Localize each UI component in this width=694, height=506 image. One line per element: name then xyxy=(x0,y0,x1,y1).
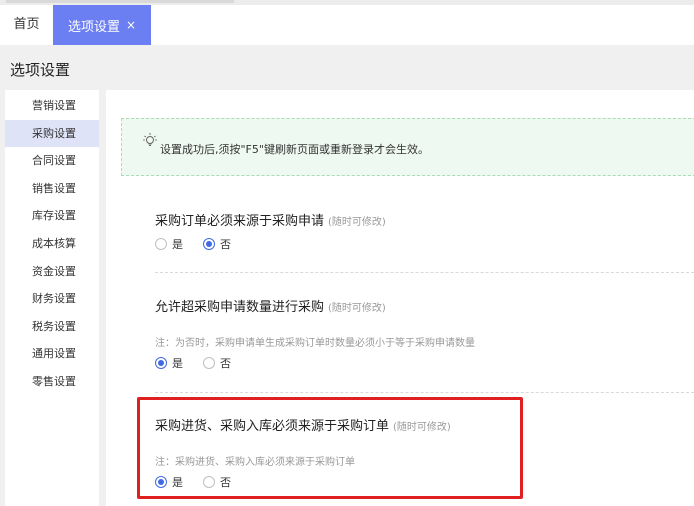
notice-text: 设置成功后,须按"F5"键刷新页面或重新登录才会生效。 xyxy=(160,143,429,156)
lightbulb-icon xyxy=(143,133,157,146)
radio-button-checked[interactable] xyxy=(155,357,167,369)
sidebar-item-cost-accounting[interactable]: 成本核算 xyxy=(5,230,99,258)
radio-option-yes[interactable]: 是 xyxy=(155,355,183,371)
content-gutter xyxy=(99,90,106,506)
option-title-text: 允许超采购申请数量进行采购 xyxy=(155,300,325,315)
option-note: 注：为否时，采购申请单生成采购订单时数量必须小于等于采购申请数量 xyxy=(155,338,475,349)
radio-button-checked[interactable] xyxy=(203,238,215,250)
radio-label: 否 xyxy=(220,238,231,251)
option-title: 采购订单必须来源于采购申请 (随时可修改) xyxy=(155,210,386,229)
sidebar-item-general[interactable]: 通用设置 xyxy=(5,340,99,368)
divider xyxy=(155,272,694,273)
page-title: 选项设置 xyxy=(10,61,71,79)
tab-home[interactable]: 首页 xyxy=(0,5,53,45)
page-header: 选项设置 xyxy=(0,45,694,90)
notice-banner: 设置成功后,须按"F5"键刷新页面或重新登录才会生效。 xyxy=(121,118,694,176)
sidebar-item-inventory[interactable]: 库存设置 xyxy=(5,202,99,230)
sidebar: 营销设置 采购设置 合同设置 销售设置 库存设置 成本核算 资金设置 财务设置 … xyxy=(5,90,99,506)
radio-group: 是 否 xyxy=(155,355,251,371)
radio-option-no[interactable]: 否 xyxy=(203,355,231,371)
top-strip-mark xyxy=(6,0,234,3)
divider xyxy=(155,392,694,393)
radio-group: 是 否 xyxy=(155,236,251,252)
tab-options-settings[interactable]: 选项设置 × xyxy=(53,5,151,45)
option-title-text: 采购订单必须来源于采购申请 xyxy=(155,214,325,229)
option-hint: (随时可修改) xyxy=(328,303,386,314)
sidebar-item-sales[interactable]: 销售设置 xyxy=(5,175,99,203)
sidebar-item-contract[interactable]: 合同设置 xyxy=(5,147,99,175)
sidebar-item-tax[interactable]: 税务设置 xyxy=(5,313,99,341)
sidebar-item-marketing[interactable]: 营销设置 xyxy=(5,92,99,120)
radio-button[interactable] xyxy=(203,357,215,369)
option-title: 允许超采购申请数量进行采购 (随时可修改) xyxy=(155,296,386,315)
sidebar-item-purchase[interactable]: 采购设置 xyxy=(5,119,99,148)
radio-label: 是 xyxy=(172,238,183,251)
tab-bar: 首页 选项设置 × xyxy=(0,5,694,45)
radio-label: 否 xyxy=(220,357,231,370)
radio-label: 是 xyxy=(172,357,183,370)
radio-option-no[interactable]: 否 xyxy=(203,236,231,252)
radio-button[interactable] xyxy=(155,238,167,250)
close-icon[interactable]: × xyxy=(126,18,136,32)
tab-options-settings-label: 选项设置 xyxy=(67,19,120,35)
sidebar-item-funds[interactable]: 资金设置 xyxy=(5,258,99,286)
radio-option-yes[interactable]: 是 xyxy=(155,236,183,252)
sidebar-item-retail[interactable]: 零售设置 xyxy=(5,368,99,396)
highlight-box xyxy=(137,397,523,499)
sidebar-item-finance[interactable]: 财务设置 xyxy=(5,285,99,313)
option-hint: (随时可修改) xyxy=(328,217,386,228)
